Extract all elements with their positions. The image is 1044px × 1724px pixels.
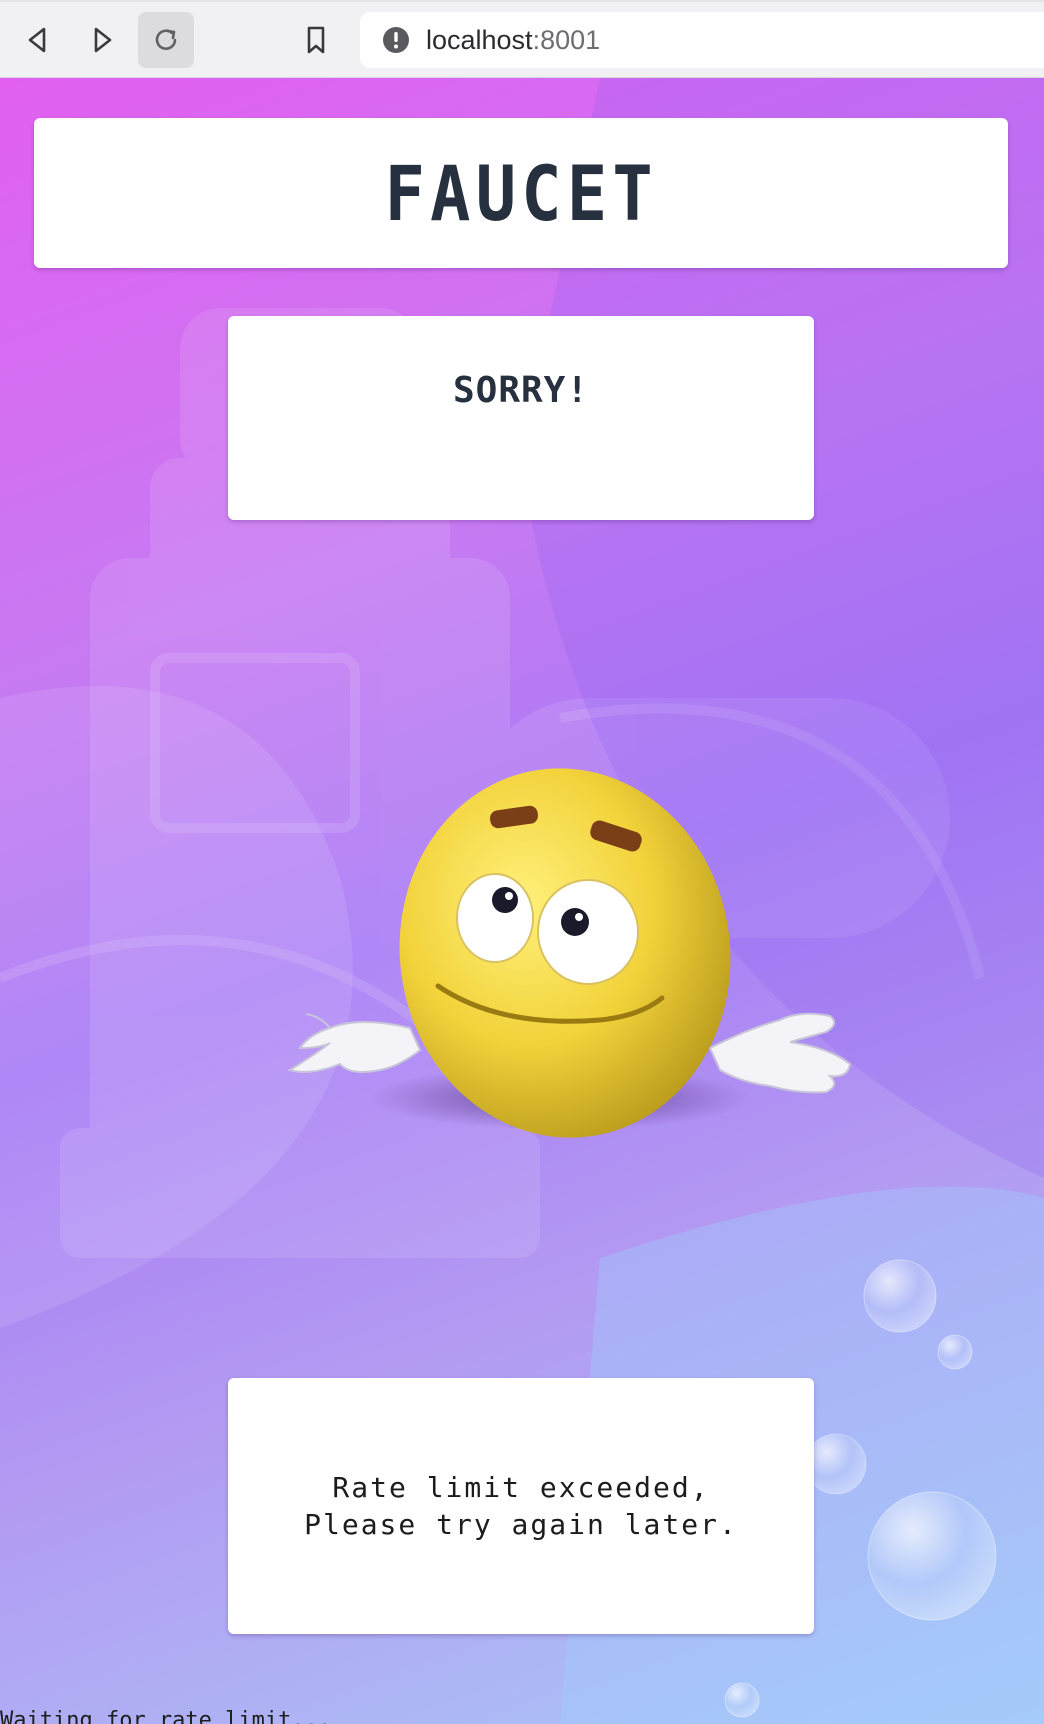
url-text: localhost:8001: [426, 25, 600, 56]
sorry-card: SORRY!: [228, 316, 814, 520]
page-title: FAUCET: [384, 148, 658, 238]
url-host: localhost: [426, 24, 533, 55]
reload-icon: [155, 29, 177, 50]
bookmark-icon: [307, 26, 325, 54]
address-bar[interactable]: localhost:8001: [360, 12, 1044, 68]
tab-strip: [0, 0, 1044, 2]
info-icon[interactable]: [382, 26, 410, 54]
reload-button[interactable]: [138, 12, 194, 68]
back-button[interactable]: [10, 12, 66, 68]
faucet-page: FAUCET SORRY! Rate limit exceeded, Pleas…: [0, 78, 1044, 1724]
forward-arrow-icon: [94, 27, 112, 53]
forward-button[interactable]: [74, 12, 130, 68]
title-card: FAUCET: [34, 118, 1008, 268]
message-card: Rate limit exceeded, Please try again la…: [228, 1378, 814, 1634]
message-line-1: Rate limit exceeded,: [332, 1471, 710, 1504]
url-port: :8001: [532, 24, 601, 55]
back-arrow-icon: [28, 27, 46, 53]
message-line-2: Please try again later.: [304, 1508, 738, 1541]
shrugging-emoji-image: [287, 768, 852, 1138]
browser-toolbar: localhost:8001: [0, 0, 1044, 78]
sorry-heading: SORRY!: [452, 370, 590, 411]
bookmark-button[interactable]: [288, 12, 344, 68]
status-footer-text: Waiting for rate limit...: [0, 1708, 332, 1724]
rate-limit-message: Rate limit exceeded, Please try again la…: [304, 1469, 738, 1543]
